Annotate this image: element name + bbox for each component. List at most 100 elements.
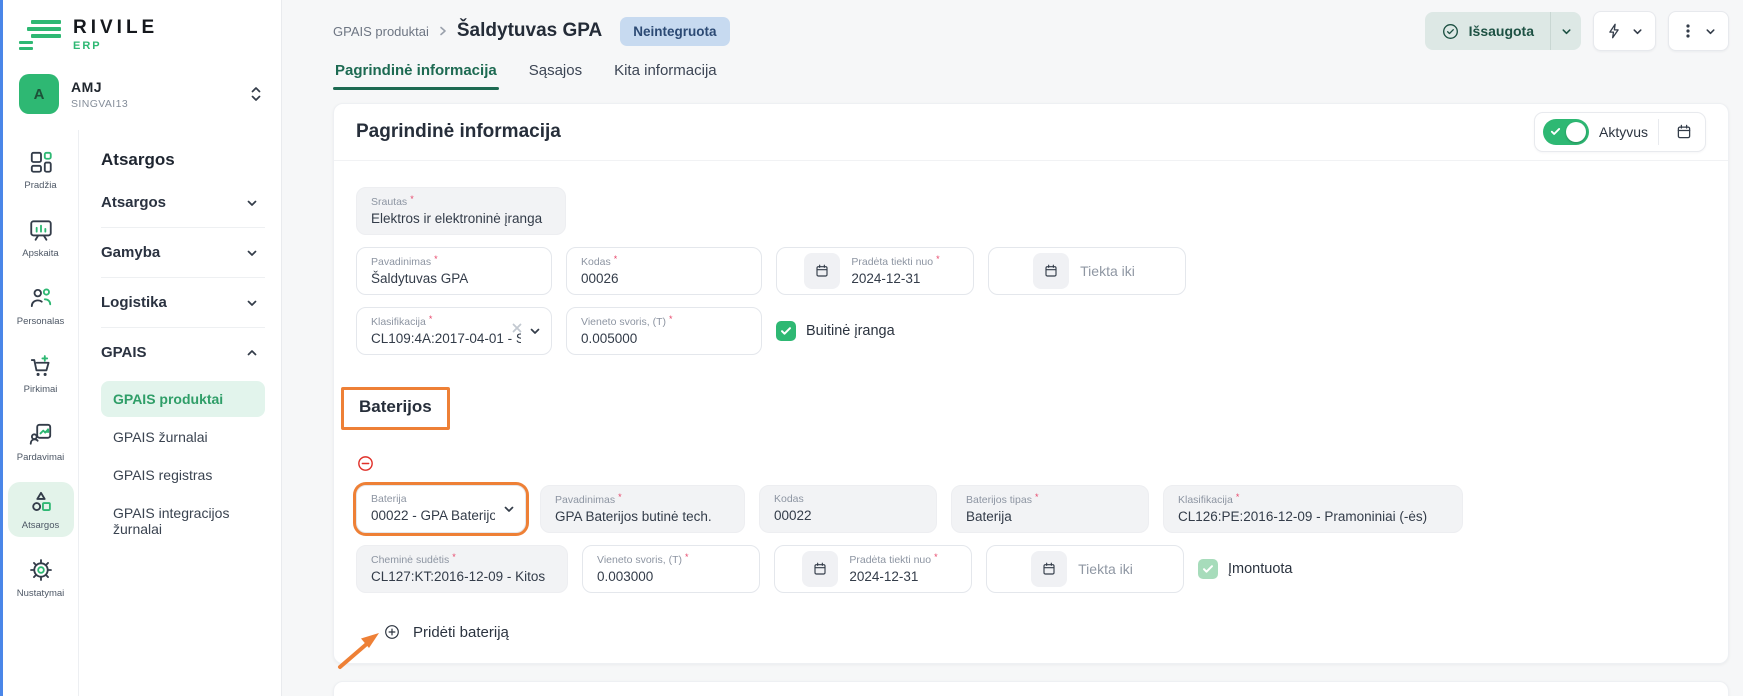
chevron-down-icon xyxy=(245,196,259,210)
baterija-pavadinimas-field: Pavadinimas GPA Baterijos butinė tech. xyxy=(540,485,745,533)
rail-item-personalas[interactable]: Personalas xyxy=(8,278,74,333)
baterija-select[interactable]: Baterija 00022 - GPA Baterijos bu xyxy=(356,485,526,533)
saved-split-button[interactable]: Išsaugota xyxy=(1425,12,1581,50)
tiekta-iki-field[interactable]: Tiekta iki xyxy=(988,247,1186,295)
tab-bar: Pagrindinė informacija Sąsajos Kita info… xyxy=(333,54,1729,90)
form-row: Klasifikacija CL109:4A:2017-04-01 - St V… xyxy=(356,307,1706,355)
pagrindine-informacija-card: Pagrindinė informacija Aktyvus xyxy=(333,103,1729,664)
tab-sasajos[interactable]: Sąsajos xyxy=(527,54,584,90)
submenu-item-gpais-registras[interactable]: GPAIS registras xyxy=(101,457,265,493)
rail-item-pardavimai[interactable]: Pardavimai xyxy=(8,414,74,469)
tab-kita-informacija[interactable]: Kita informacija xyxy=(612,54,719,90)
menu-item-logistika[interactable]: Logistika xyxy=(101,278,265,327)
chevron-down-icon xyxy=(502,502,516,516)
baterija-vieneto-svoris-field[interactable]: Vieneto svoris, (T) 0.003000 xyxy=(582,545,760,593)
header-actions: Išsaugota xyxy=(1425,11,1729,51)
chevron-down-icon xyxy=(245,246,259,260)
field-value: CL109:4A:2017-04-01 - St xyxy=(371,330,521,348)
status-badge: Neintegruota xyxy=(620,17,729,46)
dashboard-icon xyxy=(28,149,54,175)
check-icon xyxy=(1550,126,1561,137)
field-label: Klasifikacija xyxy=(371,314,521,330)
chevron-updown-icon[interactable] xyxy=(247,83,265,105)
field-label: Kodas xyxy=(581,254,747,270)
submenu-item-gpais-integracijos-zurnalai[interactable]: GPAIS integracijos žurnalai xyxy=(101,495,265,547)
remove-circle-icon[interactable] xyxy=(356,454,375,473)
rail-label: Pradžia xyxy=(24,180,56,191)
buitine-iranga-checkbox[interactable]: Buitinė įranga xyxy=(776,321,895,341)
field-label: Pradėta tiekti nuo xyxy=(851,254,939,270)
baterija-pradeta-tiekti-field[interactable]: Pradėta tiekti nuo 2024-12-31 xyxy=(774,545,972,593)
plus-circle-icon xyxy=(383,623,401,641)
chevron-up-icon xyxy=(245,346,259,360)
baterijos-section-title: Baterijos xyxy=(359,397,432,416)
sidebar: RIVILE ERP A AMJ SINGVAI13 xyxy=(3,0,282,696)
pradeta-tiekti-nuo-field[interactable]: Pradėta tiekti nuo 2024-12-31 xyxy=(776,247,974,295)
vieneto-svoris-field[interactable]: Vieneto svoris, (T) 0.005000 xyxy=(566,307,762,355)
annotation-arrow-icon xyxy=(337,625,385,671)
field-label: Baterijos tipas xyxy=(966,492,1134,508)
brand[interactable]: RIVILE ERP xyxy=(3,0,281,56)
chart-board-icon xyxy=(28,217,54,243)
card-content: Srautas Elektros ir elektroninė įranga P… xyxy=(334,187,1728,641)
menu-title: Atsargos xyxy=(101,150,265,170)
history-calendar-button[interactable] xyxy=(1669,118,1699,146)
field-label: Pradėta tiekti nuo xyxy=(849,552,937,568)
calendar-icon xyxy=(804,253,840,289)
card-title: Pagrindinė informacija xyxy=(356,121,561,143)
form-row: Srautas Elektros ir elektroninė įranga xyxy=(356,187,1706,235)
menu-item-gpais[interactable]: GPAIS xyxy=(101,328,265,377)
remove-battery-row xyxy=(356,454,1706,473)
pavadinimas-field[interactable]: Pavadinimas Šaldytuvas GPA xyxy=(356,247,552,295)
menu-item-atsargos[interactable]: Atsargos xyxy=(101,178,265,227)
user-switcher[interactable]: A AMJ SINGVAI13 xyxy=(19,74,265,114)
submenu-item-gpais-zurnalai[interactable]: GPAIS žurnalai xyxy=(101,419,265,455)
rail-item-apskaita[interactable]: Apskaita xyxy=(8,210,74,265)
chevron-down-icon xyxy=(1704,25,1717,38)
calendar-icon xyxy=(1031,551,1067,587)
field-label: Kodas xyxy=(774,493,922,507)
baterija-tiekta-iki-field[interactable]: Tiekta iki xyxy=(986,545,1184,593)
field-label: Klasifikacija xyxy=(1178,492,1448,508)
active-toggle-group: Aktyvus xyxy=(1534,112,1706,152)
rail-label: Pirkimai xyxy=(24,384,58,395)
field-value: 0.005000 xyxy=(581,330,747,348)
active-toggle[interactable] xyxy=(1543,119,1589,145)
check-circle-icon xyxy=(1441,22,1460,41)
rail-label: Pardavimai xyxy=(17,452,65,463)
saved-dropdown-caret[interactable] xyxy=(1550,12,1581,50)
sales-icon xyxy=(28,421,54,447)
field-placeholder: Tiekta iki xyxy=(1080,263,1135,279)
gear-icon xyxy=(28,557,54,583)
kodas-field[interactable]: Kodas 00026 xyxy=(566,247,762,295)
form-row: Pavadinimas Šaldytuvas GPA Kodas 00026 xyxy=(356,247,1706,295)
rail-item-atsargos[interactable]: Atsargos xyxy=(8,482,74,537)
clear-icon[interactable] xyxy=(510,321,524,335)
chevron-down-icon xyxy=(528,324,542,338)
more-menu-button[interactable] xyxy=(1668,11,1729,51)
quick-actions-button[interactable] xyxy=(1593,11,1656,51)
rail-item-nustatymai[interactable]: Nustatymai xyxy=(8,550,74,605)
avatar: A xyxy=(19,74,59,114)
rail-item-pradzia[interactable]: Pradžia xyxy=(8,142,74,197)
field-value: CL126:PE:2016-12-09 - Pramoniniai (-ės) xyxy=(1178,508,1448,526)
field-value: Elektros ir elektroninė įranga xyxy=(371,210,551,228)
chemine-sudetis-field: Cheminė sudėtis CL127:KT:2016-12-09 - Ki… xyxy=(356,545,568,593)
add-battery-button[interactable]: Pridėti bateriją xyxy=(383,623,509,641)
submenu-item-gpais-produktai[interactable]: GPAIS produktai xyxy=(101,381,265,417)
rail-item-pirkimai[interactable]: Pirkimai xyxy=(8,346,74,401)
field-value: Šaldytuvas GPA xyxy=(371,270,537,288)
srautas-field[interactable]: Srautas Elektros ir elektroninė įranga xyxy=(356,187,566,235)
klasifikacija-select[interactable]: Klasifikacija CL109:4A:2017-04-01 - St xyxy=(356,307,552,355)
field-value: 2024-12-31 xyxy=(849,568,937,586)
rail-label: Apskaita xyxy=(22,248,58,259)
chevron-right-icon xyxy=(437,25,449,37)
field-value: Baterija xyxy=(966,508,1134,526)
menu-item-gamyba[interactable]: Gamyba xyxy=(101,228,265,277)
breadcrumb[interactable]: GPAIS produktai xyxy=(333,24,429,39)
tab-pagrindine-informacija[interactable]: Pagrindinė informacija xyxy=(333,54,499,90)
active-toggle-label: Aktyvus xyxy=(1599,124,1648,140)
checkbox-label: Įmontuota xyxy=(1228,561,1293,577)
battery-form-row: Baterija 00022 - GPA Baterijos bu Pavadi… xyxy=(356,485,1706,533)
baterijos-tipas-field: Baterijos tipas Baterija xyxy=(951,485,1149,533)
